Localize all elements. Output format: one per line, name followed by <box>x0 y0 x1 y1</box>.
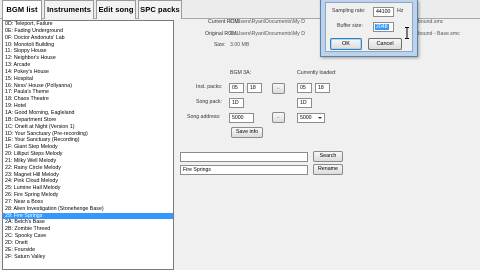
list-item[interactable]: 20: Lilliput Steps Melody <box>3 151 173 158</box>
original-rom-path-tail: bound - Base.smc <box>418 31 460 37</box>
currently-loaded-header: Currently loaded: <box>297 70 337 76</box>
list-item[interactable]: 2E: Fourside <box>3 247 173 254</box>
bgm-header: BGM 3A: <box>230 70 252 76</box>
list-item[interactable]: 27: Near a Boss <box>3 199 173 206</box>
song-pack-label: Song pack: <box>196 99 222 105</box>
size-label: Size: <box>214 42 226 48</box>
list-item[interactable]: 0F: Doctor Andonuts' Lab <box>3 35 173 42</box>
list-item[interactable]: 2A: Belch's Base <box>3 219 173 226</box>
list-item[interactable]: 11: Sloppy House <box>3 48 173 55</box>
list-item[interactable]: 2F: Saturn Valley <box>3 254 173 261</box>
sampling-rate-label: Sampling rate: <box>332 8 366 14</box>
inst-pack-1-input[interactable]: 05 <box>229 83 244 93</box>
arrow-left-icon: ← <box>275 85 282 91</box>
song-address-label: Song address: <box>187 114 221 120</box>
sampling-rate-input[interactable]: 44100 <box>373 7 394 17</box>
loaded-inst-2-field: 18 <box>315 83 330 93</box>
list-item[interactable]: 26: Fire Spring Melody <box>3 192 173 199</box>
rename-input[interactable]: Fire Springs <box>180 165 308 175</box>
song-address-input[interactable]: 5000 <box>229 113 254 123</box>
current-rom-path: C:\Users\Ryan\Documents\My D <box>230 19 305 25</box>
list-item[interactable]: 2B: Zombie Threed <box>3 226 173 233</box>
song-list[interactable]: 0D: Teleport, Failure 0E: Fading Undergro… <box>2 20 174 270</box>
list-item[interactable]: 1F: Giant Step Melody <box>3 144 173 151</box>
inst-packs-label: Inst. packs: <box>196 84 223 90</box>
list-item[interactable]: 17: Paula's Theme <box>3 89 173 96</box>
list-item[interactable]: 1A: Good Morning, Eagleland <box>3 110 173 117</box>
list-item[interactable]: 2D: Onett <box>3 240 173 247</box>
tab-instruments[interactable]: Instruments <box>44 0 94 19</box>
ok-button[interactable]: OK <box>330 38 362 50</box>
text-cursor-icon <box>405 27 409 39</box>
loaded-song-pack-field: 1D <box>297 98 312 108</box>
loaded-inst-1-field: 05 <box>297 83 312 93</box>
list-item[interactable]: 22: Rainy Circle Melody <box>3 165 173 172</box>
list-item[interactable]: 2C: Spooky Cave <box>3 233 173 240</box>
list-item[interactable]: 25: Lumine Hall Melody <box>3 185 173 192</box>
inst-pack-2-input[interactable]: 18 <box>247 83 262 93</box>
chevron-down-icon <box>318 117 322 119</box>
list-item[interactable]: 0E: Fading Underground <box>3 28 173 35</box>
tab-spc-packs[interactable]: SPC packs <box>138 0 182 19</box>
list-item[interactable]: 21: Milky Well Melody <box>3 158 173 165</box>
list-item[interactable]: 1C: Onett at Night (Version 1) <box>3 124 173 131</box>
copy-address-arrow-button[interactable]: ← <box>272 112 285 123</box>
tab-edit-song[interactable]: Edit song <box>96 0 136 19</box>
loaded-address-value: 5000 <box>300 115 312 121</box>
buffer-size-label: Buffer size: <box>337 23 363 29</box>
list-item[interactable]: 23: Magnet Hill Melody <box>3 172 173 179</box>
sampling-rate-unit: Hz <box>397 8 404 14</box>
list-item[interactable]: 18: Chaos Theatre <box>3 96 173 103</box>
cancel-button[interactable]: Cancel <box>368 38 402 50</box>
current-rom-path-tail: bound.smc <box>418 19 444 25</box>
size-value: 3.00 MB <box>230 42 250 48</box>
copy-inst-arrow-button[interactable]: ← <box>272 83 285 94</box>
tab-bgm-list[interactable]: BGM list <box>2 0 42 20</box>
song-pack-input[interactable]: 1D <box>229 98 244 108</box>
list-item[interactable]: 1E: Your Sanctuary (Recording) <box>3 137 173 144</box>
list-item[interactable]: 13: Arcade <box>3 62 173 69</box>
buffer-size-input[interactable]: 2048 <box>373 22 394 32</box>
list-item[interactable]: 16: Ness' House (Pollyanna) <box>3 83 173 90</box>
buffer-size-selected-text: 2048 <box>375 24 389 30</box>
list-item[interactable]: 28: Alien Investigation (Stonehenge Base… <box>3 206 173 213</box>
arrow-left-icon: ← <box>275 114 282 120</box>
list-item[interactable]: 15: Hospital <box>3 76 173 83</box>
list-item[interactable]: 12: Neighbor's House <box>3 55 173 62</box>
search-button[interactable]: Search <box>313 151 343 162</box>
list-item[interactable]: 1B: Department Store <box>3 117 173 124</box>
original-rom-path: C:\Users\Ryan\Documents\My D <box>230 31 305 37</box>
dialog-body: Sampling rate: 44100 Hz Buffer size: 204… <box>325 2 413 52</box>
search-input[interactable] <box>180 152 308 162</box>
save-info-button[interactable]: Save info <box>231 127 263 138</box>
loaded-address-dropdown[interactable]: 5000 <box>297 113 325 123</box>
list-item[interactable]: 1D: Your Sanctuary (Pre-recording) <box>3 131 173 138</box>
rename-button[interactable]: Rename <box>313 164 343 175</box>
list-item[interactable]: 14: Pokey's House <box>3 69 173 76</box>
list-item[interactable]: 24: Pink Cloud Melody <box>3 178 173 185</box>
list-item[interactable]: 19: Hotel <box>3 103 173 110</box>
list-item[interactable]: 10: Monotoli Building <box>3 42 173 49</box>
list-item[interactable]: 29: Fire Springs <box>3 212 173 220</box>
list-item[interactable]: 0D: Teleport, Failure <box>3 21 173 28</box>
